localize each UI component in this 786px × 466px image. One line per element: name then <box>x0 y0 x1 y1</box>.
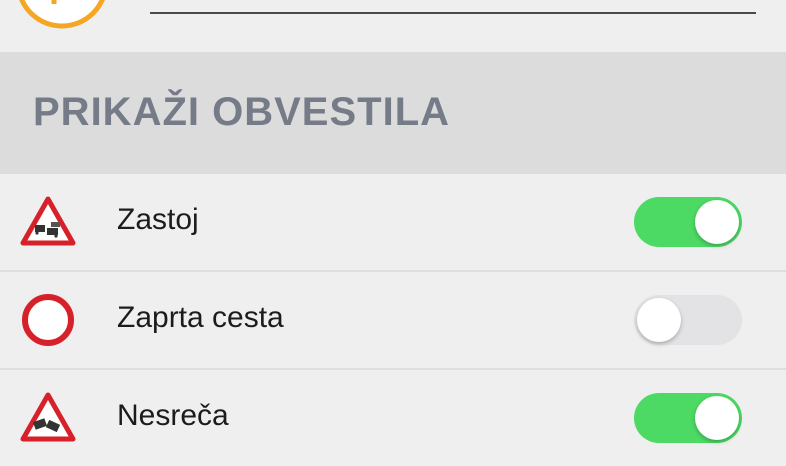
toggle-nesreca[interactable] <box>634 393 742 443</box>
toggle-knob <box>695 200 739 244</box>
list-item-nesreca: Nesreča <box>0 368 786 466</box>
row-label: Zastoj <box>117 203 199 236</box>
list-item-zastoj: Zastoj <box>0 174 786 270</box>
row-label: Zaprta cesta <box>117 301 284 334</box>
notification-list: Zastoj Zaprta cesta Nesreča <box>0 174 786 466</box>
row-label: Nesreča <box>117 399 229 432</box>
toggle-knob <box>695 396 739 440</box>
traffic-jam-warning-icon <box>20 196 76 246</box>
app-logo-icon <box>19 0 105 29</box>
accident-warning-icon <box>20 392 76 442</box>
section-title: PRIKAŽI OBVESTILA <box>33 90 451 134</box>
top-input-field[interactable] <box>150 0 756 14</box>
list-item-zaprta-cesta: Zaprta cesta <box>0 270 786 368</box>
toggle-knob <box>637 298 681 342</box>
toggle-zastoj[interactable] <box>634 197 742 247</box>
toggle-zaprta-cesta[interactable] <box>634 295 742 345</box>
road-closed-icon <box>22 294 74 346</box>
top-strip <box>0 0 786 52</box>
